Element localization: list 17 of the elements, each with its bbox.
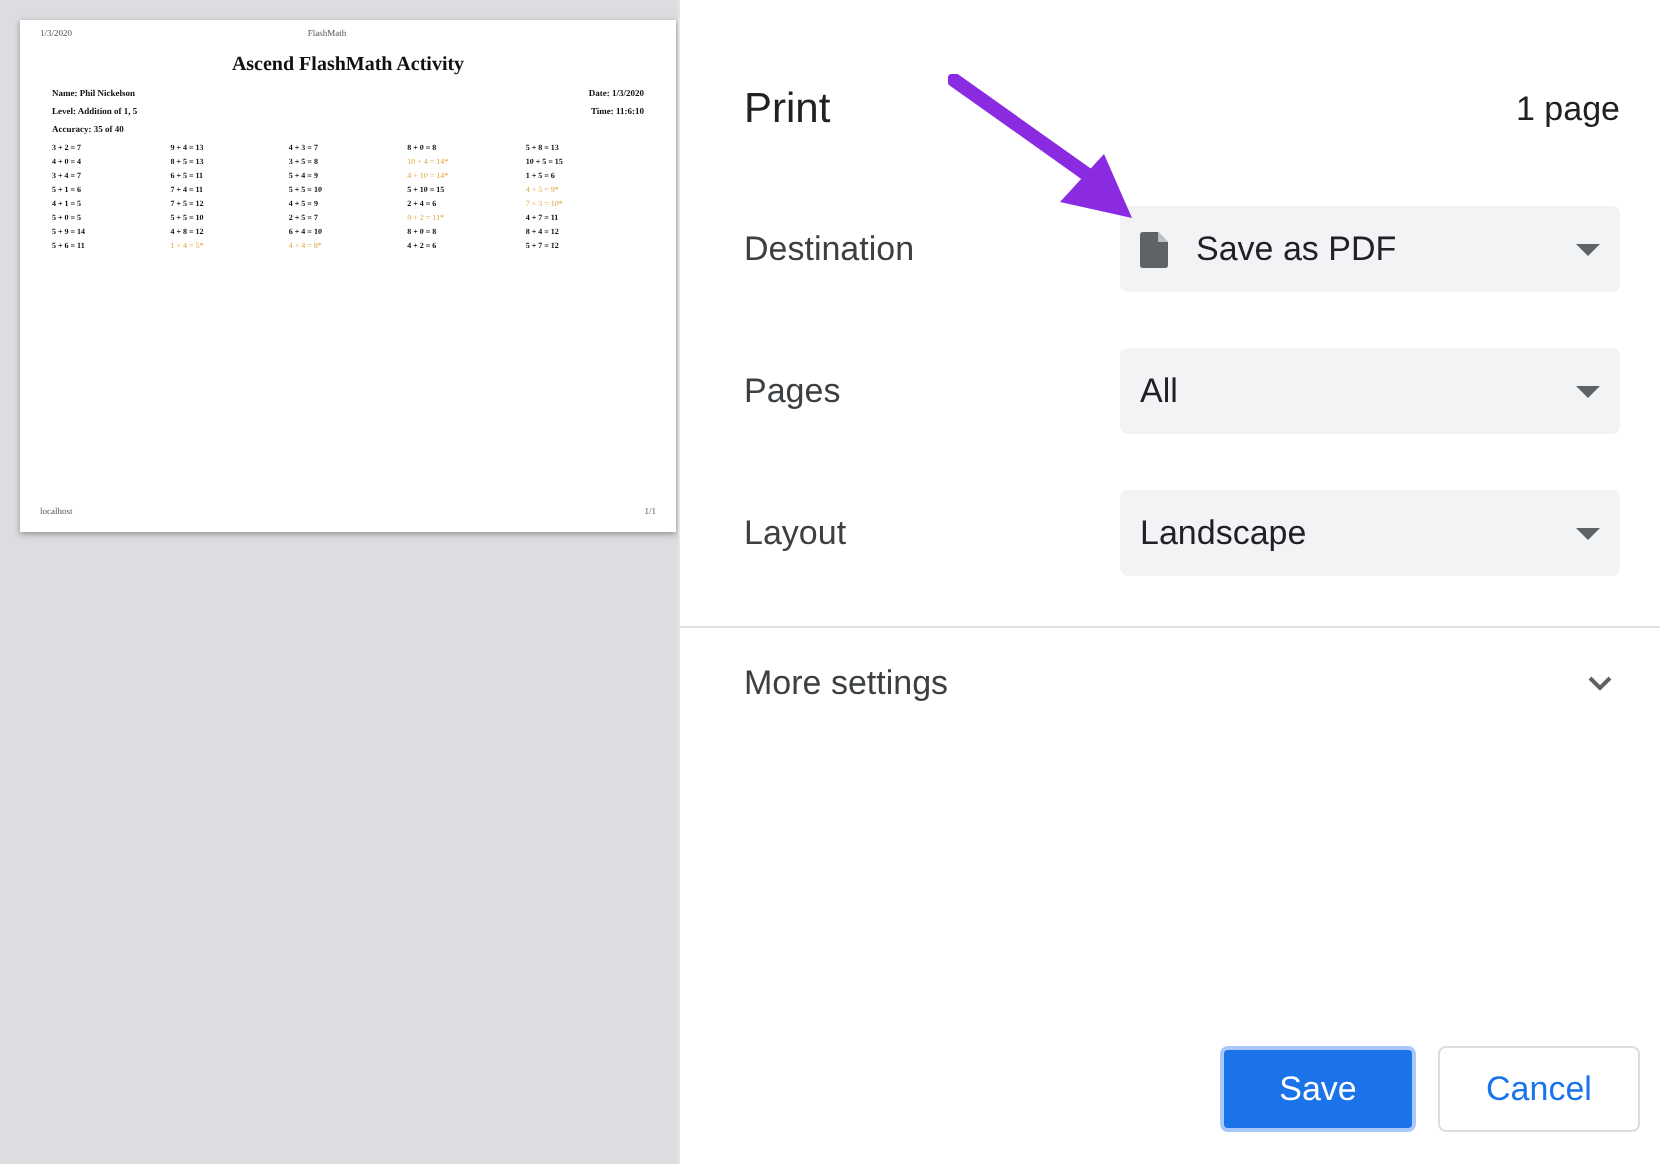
save-button[interactable]: Save [1220, 1046, 1416, 1132]
setting-dropdown[interactable]: Landscape [1120, 490, 1620, 576]
print-title: Print [744, 86, 831, 134]
document-title: Ascend FlashMath Activity [229, 54, 467, 76]
setting-label: Pages [744, 371, 843, 411]
caret-icon [1576, 527, 1600, 539]
more-settings-toggle[interactable]: More settings [680, 628, 1660, 704]
caret-icon [1576, 385, 1600, 397]
setting-dropdown[interactable]: All [1120, 348, 1620, 434]
cancel-button[interactable]: Cancel [1438, 1046, 1640, 1132]
caret-icon [1576, 243, 1600, 255]
page-count: 1 page [1516, 90, 1620, 130]
chevron-icon [1588, 676, 1612, 692]
setting-dropdown[interactable]: Save as PDF [1120, 206, 1620, 292]
setting-label: Layout [744, 513, 849, 553]
setting-label: Destination [744, 229, 917, 269]
document-icon [1140, 231, 1168, 267]
